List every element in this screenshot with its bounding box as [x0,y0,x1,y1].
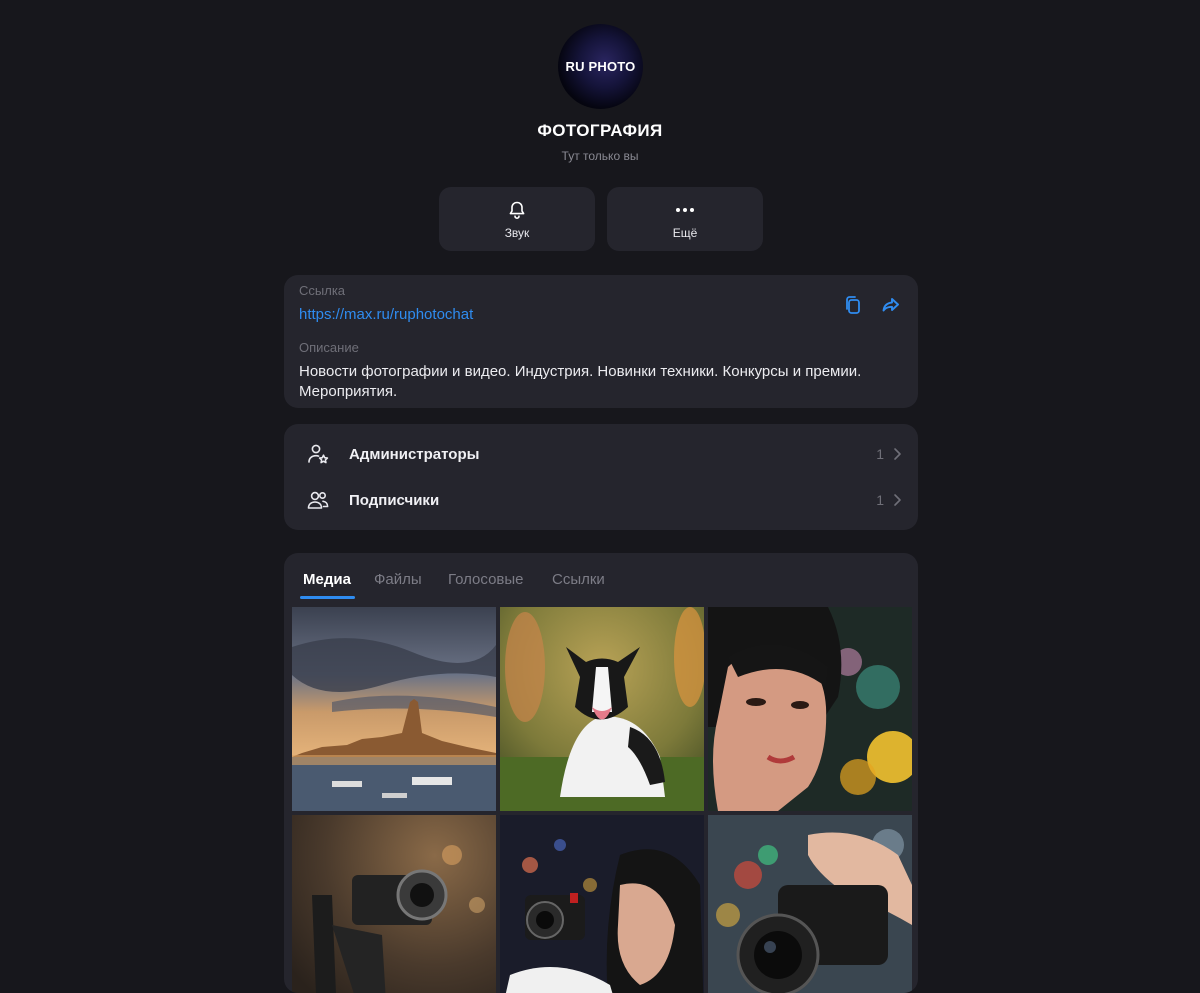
link-label: Ссылка [299,283,346,298]
media-thumb-town[interactable] [292,607,496,811]
channel-avatar[interactable]: RU PHOTO [558,24,643,109]
channel-subtitle: Тут только вы [561,149,639,163]
media-thumb-portrait[interactable] [708,607,912,811]
media-thumb-gimbal[interactable] [292,815,496,993]
channel-info-card: Ссылка https://max.ru/ruphotochat Описан… [284,275,918,408]
media-thumb-hands-camera[interactable] [708,815,912,993]
administrators-row[interactable]: Администраторы 1 [284,431,918,477]
bell-icon [507,199,527,221]
sound-button-label: Звук [504,225,530,240]
more-button[interactable]: Ещё [607,187,763,251]
active-tab-indicator [300,596,355,599]
media-thumb-dog[interactable] [500,607,704,811]
members-card: Администраторы 1 Подписчики 1 [284,424,918,530]
admin-user-star-icon [306,442,330,466]
subscribers-label: Подписчики [349,491,440,509]
avatar-text: RU PHOTO [565,59,636,74]
copy-icon[interactable] [842,294,864,316]
sound-button[interactable]: Звук [439,187,595,251]
more-dots-icon [675,199,695,221]
chevron-right-icon [892,447,902,461]
share-icon[interactable] [880,294,902,316]
tab-voice[interactable]: Голосовые [448,571,524,588]
tab-links[interactable]: Ссылки [552,571,605,588]
media-card: Медиа Файлы Голосовые Ссылки [284,553,918,993]
tab-files[interactable]: Файлы [374,571,422,588]
tab-media[interactable]: Медиа [303,571,351,588]
administrators-count: 1 [876,446,884,462]
subscribers-count: 1 [876,492,884,508]
channel-description: Новости фотографии и видео. Индустрия. Н… [299,363,862,400]
subscribers-row[interactable]: Подписчики 1 [284,477,918,523]
more-button-label: Ещё [672,225,698,240]
channel-title: ФОТОГРАФИЯ [537,121,663,140]
channel-link[interactable]: https://max.ru/ruphotochat [299,306,473,323]
users-icon [306,488,330,512]
media-thumb-woman-camera[interactable] [500,815,704,993]
description-label: Описание [299,340,359,355]
administrators-label: Администраторы [349,445,480,463]
chevron-right-icon [892,493,902,507]
